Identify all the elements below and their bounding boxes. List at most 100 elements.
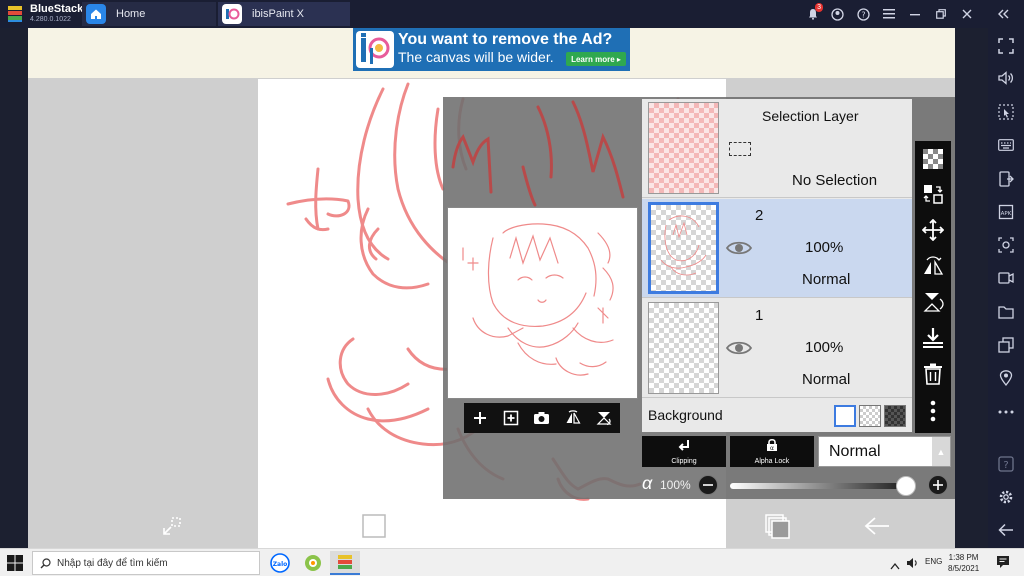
- selection-layer-row[interactable]: Selection Layer No Selection: [642, 99, 912, 198]
- restore-button[interactable]: [932, 5, 950, 23]
- volume-button[interactable]: [994, 66, 1018, 90]
- keyboard-controls-button[interactable]: [994, 133, 1018, 157]
- flip-vertical-button[interactable]: [921, 290, 945, 314]
- redo-button[interactable]: [663, 512, 691, 540]
- multi-instance-icon: [998, 337, 1014, 353]
- blend-mode-select[interactable]: Normal ▲: [818, 436, 951, 467]
- tray-date: 8/5/2021: [948, 564, 980, 573]
- learn-more-button[interactable]: Learn more ▸: [566, 52, 626, 66]
- back-button[interactable]: [863, 512, 891, 540]
- keyboard-icon: [998, 139, 1014, 151]
- ad-banner[interactable]: You want to remove the Ad? The canvas wi…: [353, 28, 630, 71]
- android-back-button[interactable]: [994, 518, 1018, 542]
- alpha-lock-button[interactable]: α Alpha Lock: [730, 436, 814, 467]
- flip-horizontal-button[interactable]: [921, 254, 945, 278]
- delete-layer-button[interactable]: [921, 362, 945, 386]
- opacity-slider-handle[interactable]: [896, 476, 916, 496]
- bluestacks-sidebar: APK ?: [988, 28, 1024, 548]
- transform-tool-button[interactable]: [158, 512, 186, 540]
- more-options-button[interactable]: [994, 400, 1018, 424]
- taskbar-search-box[interactable]: Nhập tại đây để tìm kiếm: [32, 551, 260, 575]
- collapse-sidebar-button[interactable]: [994, 5, 1012, 23]
- brush-size-button[interactable]: [259, 512, 287, 540]
- rotate-layer-button[interactable]: [592, 406, 616, 430]
- record-button[interactable]: [994, 266, 1018, 290]
- visibility-eye-icon[interactable]: [726, 239, 752, 257]
- visibility-eye-icon[interactable]: [726, 339, 752, 357]
- taskbar-bluestacks-app[interactable]: [330, 551, 360, 575]
- tray-speaker-icon[interactable]: [906, 556, 920, 574]
- opacity-decrease-button[interactable]: [698, 475, 718, 495]
- color-button[interactable]: [360, 512, 388, 540]
- screenshot-button[interactable]: [994, 233, 1018, 257]
- flip-horizontal-icon: [924, 256, 944, 275]
- install-apk-button[interactable]: [994, 167, 1018, 191]
- bluestacks-logo-icon: [8, 6, 22, 22]
- transparent-layer-button[interactable]: [921, 147, 945, 171]
- tray-chevron-up-icon[interactable]: [890, 557, 900, 575]
- multi-instance-button[interactable]: [994, 333, 1018, 357]
- tray-language[interactable]: ENG: [925, 557, 942, 566]
- taskbar-game-app[interactable]: [298, 551, 328, 575]
- windows-taskbar: Nhập tại đây để tìm kiếm Zalo ENG 1:38 P…: [0, 548, 1024, 576]
- background-dark-swatch[interactable]: [884, 405, 906, 427]
- plus-icon: [933, 480, 943, 490]
- pointer-icon: [998, 104, 1014, 120]
- menu-button[interactable]: [880, 5, 898, 23]
- help-button[interactable]: ?: [854, 5, 872, 23]
- location-button[interactable]: [994, 366, 1018, 390]
- upload-button[interactable]: [461, 512, 489, 540]
- opacity-increase-button[interactable]: [928, 475, 948, 495]
- layer-1-blend-mode: Normal: [802, 371, 851, 388]
- clipping-label: Clipping: [671, 458, 697, 465]
- tray-notification-icon[interactable]: [996, 555, 1010, 574]
- fullscreen-button[interactable]: [994, 34, 1018, 58]
- blend-mode-value: Normal: [829, 443, 881, 460]
- layer-preview[interactable]: [447, 207, 638, 399]
- app-name: BlueStacks: [30, 3, 90, 15]
- background-white-swatch[interactable]: [834, 405, 856, 427]
- sketch-overflow: [451, 100, 625, 207]
- svg-text:α: α: [770, 445, 774, 452]
- tray-clock[interactable]: 1:38 PM 8/5/2021: [948, 552, 979, 574]
- layer-1-number: 1: [755, 307, 764, 324]
- add-layer-button[interactable]: [468, 406, 492, 430]
- media-folder-button[interactable]: [994, 300, 1018, 324]
- tab-ibispaint[interactable]: ibisPaint X: [218, 2, 350, 26]
- transform-tool-icon: [163, 517, 181, 535]
- sidebar-help-button[interactable]: ?: [994, 452, 1018, 476]
- add-special-layer-button[interactable]: [499, 406, 523, 430]
- windows-start-icon[interactable]: [6, 554, 24, 572]
- clipping-button[interactable]: Clipping: [642, 436, 726, 467]
- flip-layer-button[interactable]: [561, 406, 585, 430]
- apk-button[interactable]: APK: [994, 200, 1018, 224]
- move-layer-button[interactable]: [921, 218, 945, 242]
- restore-icon: [936, 9, 946, 19]
- account-icon: [830, 7, 844, 21]
- layer-list: Selection Layer No Selection 2 100% Norm…: [642, 99, 912, 432]
- pointer-mode-button[interactable]: [994, 100, 1018, 124]
- close-button[interactable]: [958, 5, 976, 23]
- merge-down-button[interactable]: [921, 326, 945, 350]
- notification-button[interactable]: 3: [804, 3, 823, 23]
- taskbar-zalo-app[interactable]: Zalo: [265, 551, 295, 575]
- layers-button[interactable]: [763, 512, 791, 540]
- more-layer-options-button[interactable]: [921, 399, 945, 423]
- lock-icon: α: [767, 438, 777, 452]
- import-photo-button[interactable]: [530, 406, 554, 430]
- account-button[interactable]: [828, 5, 846, 23]
- selection-status: No Selection: [792, 172, 878, 189]
- opacity-slider[interactable]: [730, 476, 916, 496]
- double-chevron-left-icon: [998, 9, 1009, 19]
- expand-icon: [998, 38, 1014, 54]
- tab-home[interactable]: Home: [82, 2, 216, 26]
- background-transparent-swatch[interactable]: [859, 405, 881, 427]
- undo-button[interactable]: [562, 512, 590, 540]
- settings-button[interactable]: [994, 485, 1018, 509]
- layer-row-2[interactable]: 2 100% Normal: [642, 199, 912, 298]
- bluestacks-titlebar: BlueStacks 4.280.0.1022 Home ibisPaint X…: [0, 0, 1024, 28]
- layers-icon: [765, 514, 790, 539]
- layer-row-1[interactable]: 1 100% Normal: [642, 299, 912, 398]
- layer-swap-button[interactable]: [921, 182, 945, 206]
- minimize-button[interactable]: [906, 5, 924, 23]
